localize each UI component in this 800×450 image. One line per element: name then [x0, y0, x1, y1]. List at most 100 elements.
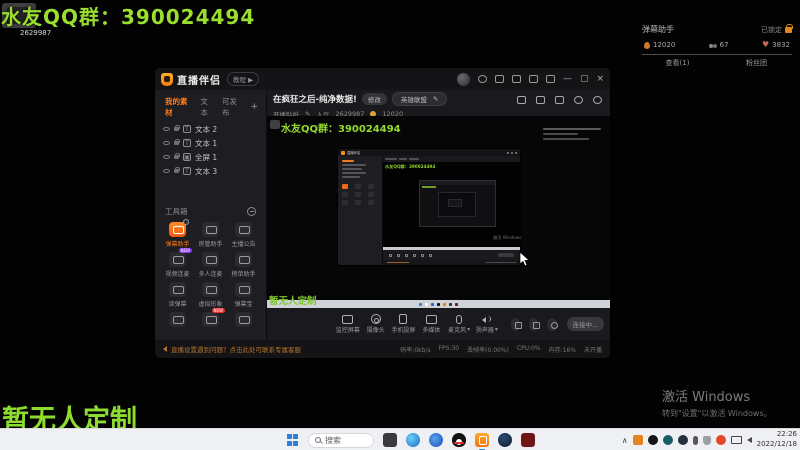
screenshot-icon[interactable]: [494, 75, 504, 83]
tab-publishable[interactable]: 可发布: [222, 96, 242, 118]
speaker-button[interactable]: 扬声器 ▾: [474, 315, 500, 334]
edit-title-button[interactable]: 修改: [361, 93, 387, 105]
chevron-down-icon[interactable]: ▾: [467, 326, 470, 333]
media-button[interactable]: 多媒体: [418, 314, 444, 334]
camera-button[interactable]: 摄像头: [363, 314, 389, 334]
taskbar-steam-icon[interactable]: [498, 433, 512, 447]
source-row[interactable]: T 文本 2: [155, 122, 266, 136]
tool-pk[interactable]: NEW: [194, 308, 227, 327]
lock-icon[interactable]: [174, 167, 180, 173]
lock-icon[interactable]: [174, 125, 180, 131]
settings-button[interactable]: [547, 317, 559, 331]
add-source-button[interactable]: +: [250, 102, 258, 112]
source-row[interactable]: T 文本 1: [155, 136, 266, 150]
share-icon[interactable]: [593, 96, 602, 104]
tray-security-icon[interactable]: [702, 435, 711, 445]
tray-qq-icon[interactable]: [647, 435, 658, 445]
tool-danmaku-assistant[interactable]: 弹幕助手: [161, 219, 194, 248]
eye-icon[interactable]: [163, 155, 170, 159]
stream-info-header: 在疯狂之后-纯净数据! 修改 英雄联盟 ✎ 开播贴纸 ✎ 人气 2629987: [267, 90, 610, 119]
headset-icon[interactable]: [477, 75, 487, 83]
tutorial-badge[interactable]: 教程 ▶: [227, 72, 260, 86]
filter-icon[interactable]: [545, 75, 555, 83]
gift-icon[interactable]: [517, 96, 526, 104]
danmaku-tab-view[interactable]: 查看(1): [638, 58, 717, 68]
close-button[interactable]: ×: [596, 74, 604, 84]
eye-icon[interactable]: [163, 141, 170, 145]
danmaku-assistant-panel: 弹幕助手 已锁定 12020 67 ♥ 3832 查看(1) 粉丝团: [638, 23, 796, 68]
screen-capture-button[interactable]: 监控屏幕: [335, 314, 361, 334]
danmaku-tab-fans[interactable]: 粉丝团: [717, 58, 796, 68]
chevron-down-icon[interactable]: ▾: [495, 326, 498, 333]
taskbar-edge-icon[interactable]: [406, 433, 420, 447]
timer-button[interactable]: [529, 317, 541, 331]
record-button[interactable]: [510, 317, 523, 331]
taskbar-explorer-icon[interactable]: [383, 433, 397, 447]
gear-badge-icon: [183, 219, 189, 225]
tray-clock[interactable]: 22:26 2022/12/18: [757, 430, 797, 450]
tool-danmaku-box[interactable]: 弹幕宝: [227, 282, 260, 308]
avatar[interactable]: [456, 72, 470, 86]
source-row[interactable]: T 文本 3: [155, 164, 266, 178]
maximize-button[interactable]: ▢: [580, 74, 589, 84]
tool-video-link[interactable]: NEW 视频连麦: [161, 248, 194, 278]
unlock-icon[interactable]: [536, 96, 545, 104]
media-icon: [425, 314, 437, 324]
stream-preview-canvas[interactable]: 水友QQ群：390024494 直播伴侣 水友QQ群：390024494 激活 …: [267, 116, 610, 308]
tool-danmaku-reader[interactable]: 读弹幕: [161, 282, 194, 308]
tab-text[interactable]: 文本: [200, 96, 214, 118]
users-icon: [708, 42, 717, 48]
chat-icon[interactable]: [511, 75, 521, 83]
tool-ranking-assistant[interactable]: 榜单助手: [227, 252, 260, 278]
tool-mod-assistant[interactable]: 房管助手: [194, 222, 227, 248]
metric-bitrate: 码率:0kb/s: [400, 346, 431, 354]
phone-mirror-button[interactable]: 手机投屏: [391, 314, 417, 334]
lock-icon[interactable]: [174, 153, 180, 159]
text-type-icon: T: [183, 125, 191, 133]
stat-fire-value: 12020: [653, 41, 676, 49]
start-button[interactable]: [287, 434, 299, 446]
taskbar-video-app-icon[interactable]: [521, 433, 535, 447]
tray-display-icon[interactable]: [730, 436, 742, 444]
metric-cpu: CPU:0%: [516, 344, 541, 352]
tray-volume-icon[interactable]: [746, 437, 752, 443]
minimize-button[interactable]: —: [563, 74, 572, 84]
support-notice-link[interactable]: 直播设置遇到问题？点击此处可联系专属客服: [171, 344, 301, 354]
screen-capture-icon: [342, 314, 354, 324]
taskbar-app-icon[interactable]: [429, 433, 443, 447]
tool-more[interactable]: [227, 312, 260, 327]
search-input[interactable]: 搜索: [308, 432, 374, 448]
app-statusbar: 直播设置遇到问题？点击此处可联系专属客服 码率:0kb/s FPS:30 丢帧率…: [155, 340, 610, 358]
app-titlebar[interactable]: 直播伴侣 教程 ▶ — ▢ ×: [155, 68, 610, 90]
tray-microphone-icon[interactable]: [692, 435, 698, 445]
mouse-cursor: [519, 252, 530, 267]
qq-group-overlay-text: 水友QQ群：390024494: [1, 5, 256, 29]
tool-multi-link[interactable]: 多人连麦: [194, 252, 227, 278]
tool-virtual-avatar[interactable]: 虚拟形象: [194, 282, 227, 308]
lock-icon[interactable]: [174, 139, 180, 145]
eye-icon[interactable]: [163, 127, 170, 131]
source-row[interactable]: ▣ 全屏 1: [155, 150, 266, 164]
microphone-button[interactable]: 麦克风 ▾: [446, 314, 472, 334]
metric-fps: FPS:30: [438, 344, 460, 352]
apps-grid-icon[interactable]: [555, 96, 564, 104]
collapse-icon[interactable]: [247, 206, 256, 216]
tray-browser-icon[interactable]: [715, 435, 726, 445]
connect-status-button[interactable]: 连接中...: [566, 317, 604, 331]
tray-app-icon[interactable]: [632, 435, 643, 445]
eye-icon[interactable]: [163, 169, 170, 173]
tray-steam-icon[interactable]: [677, 435, 688, 445]
captured-app-window: 直播伴侣 水友QQ群：390024494: [337, 148, 521, 266]
gallery-icon[interactable]: [528, 75, 538, 83]
tool-calendar[interactable]: [161, 312, 194, 327]
tab-my-sources[interactable]: 我的素材: [165, 96, 192, 118]
stat-heart-value: 3832: [772, 41, 790, 49]
tray-app-icon[interactable]: [662, 435, 673, 445]
taskbar-live-companion-icon[interactable]: [475, 433, 489, 450]
bell-icon[interactable]: [574, 96, 583, 104]
category-pill[interactable]: 英雄联盟 ✎: [391, 92, 448, 106]
taskbar-qq-icon[interactable]: [452, 433, 466, 447]
lock-icon[interactable]: [785, 23, 793, 33]
tool-announcement[interactable]: 主播公告: [227, 222, 260, 248]
tray-chevron-up-icon[interactable]: ∧: [622, 436, 628, 445]
